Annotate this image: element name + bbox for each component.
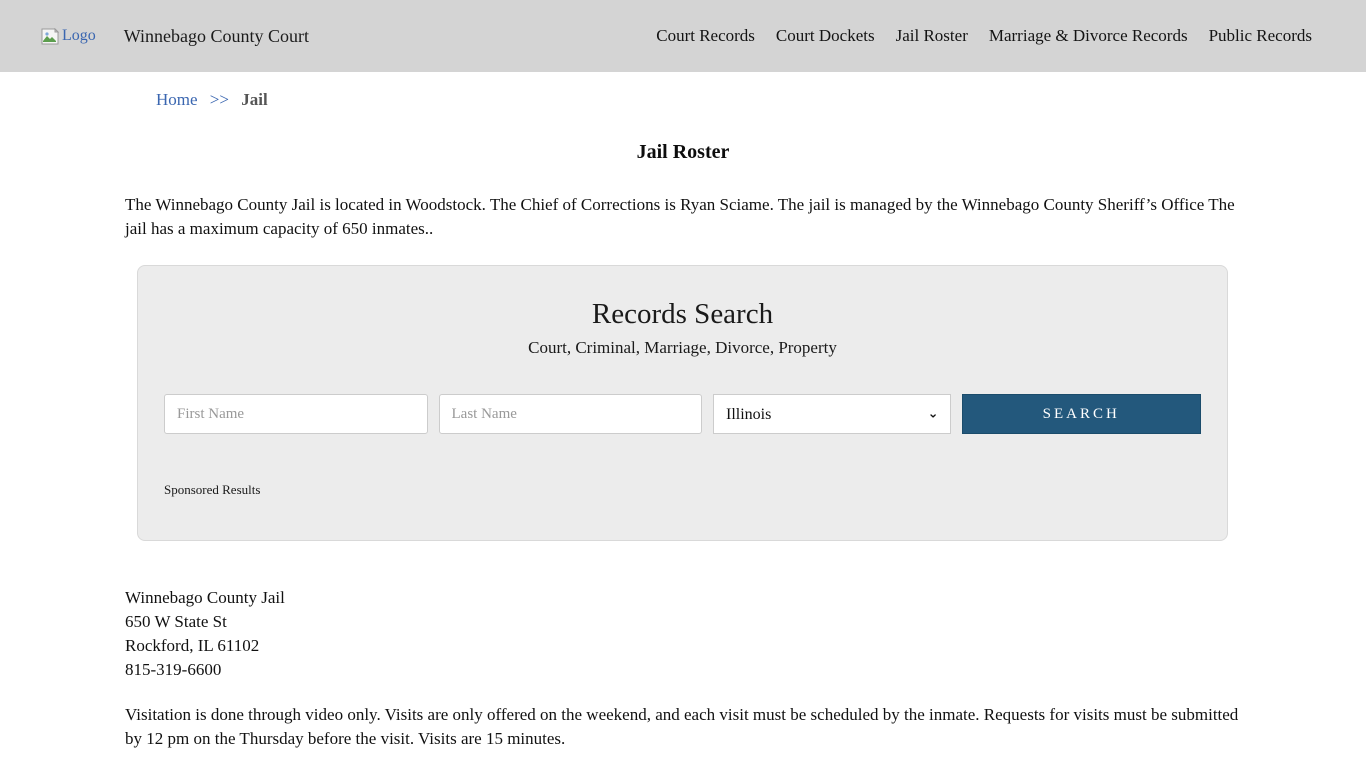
search-form-row: Illinois ⌄ SEARCH: [164, 394, 1201, 434]
search-button[interactable]: SEARCH: [962, 394, 1202, 434]
logo-alt-text: Logo: [62, 27, 96, 45]
logo-link[interactable]: Logo: [40, 27, 96, 45]
page-title: Jail Roster: [125, 141, 1241, 164]
jail-name: Winnebago County Jail: [125, 586, 1241, 610]
site-title: Winnebago County Court: [124, 26, 309, 47]
main-nav: Court Records Court Dockets Jail Roster …: [656, 26, 1312, 46]
nav-public-records[interactable]: Public Records: [1209, 26, 1312, 46]
state-select[interactable]: Illinois: [713, 394, 951, 434]
sponsored-results-label: Sponsored Results: [164, 482, 1201, 498]
header: Logo Winnebago County Court Court Record…: [0, 0, 1366, 72]
nav-court-records[interactable]: Court Records: [656, 26, 755, 46]
nav-jail-roster[interactable]: Jail Roster: [896, 26, 968, 46]
records-search-panel: Records Search Court, Criminal, Marriage…: [137, 265, 1228, 541]
visitation-paragraph: Visitation is done through video only. V…: [125, 703, 1241, 751]
jail-phone: 815-319-6600: [125, 658, 1241, 682]
main-content: Home >> Jail Jail Roster The Winnebago C…: [125, 90, 1241, 751]
brand: Logo Winnebago County Court: [40, 26, 309, 47]
intro-paragraph: The Winnebago County Jail is located in …: [125, 193, 1241, 241]
nav-court-dockets[interactable]: Court Dockets: [776, 26, 875, 46]
records-search-subtitle: Court, Criminal, Marriage, Divorce, Prop…: [164, 338, 1201, 358]
jail-info-block: Winnebago County Jail 650 W State St Roc…: [125, 586, 1241, 682]
jail-address-line2: Rockford, IL 61102: [125, 634, 1241, 658]
records-search-title: Records Search: [164, 298, 1201, 331]
nav-marriage-divorce-records[interactable]: Marriage & Divorce Records: [989, 26, 1188, 46]
last-name-input[interactable]: [439, 394, 703, 434]
breadcrumb: Home >> Jail: [156, 90, 1241, 110]
broken-image-icon: [40, 28, 62, 45]
jail-address-line1: 650 W State St: [125, 610, 1241, 634]
breadcrumb-separator: >>: [210, 90, 229, 109]
breadcrumb-home-link[interactable]: Home: [156, 90, 198, 109]
first-name-input[interactable]: [164, 394, 428, 434]
breadcrumb-current: Jail: [241, 90, 267, 109]
state-select-wrap: Illinois ⌄: [713, 394, 951, 434]
